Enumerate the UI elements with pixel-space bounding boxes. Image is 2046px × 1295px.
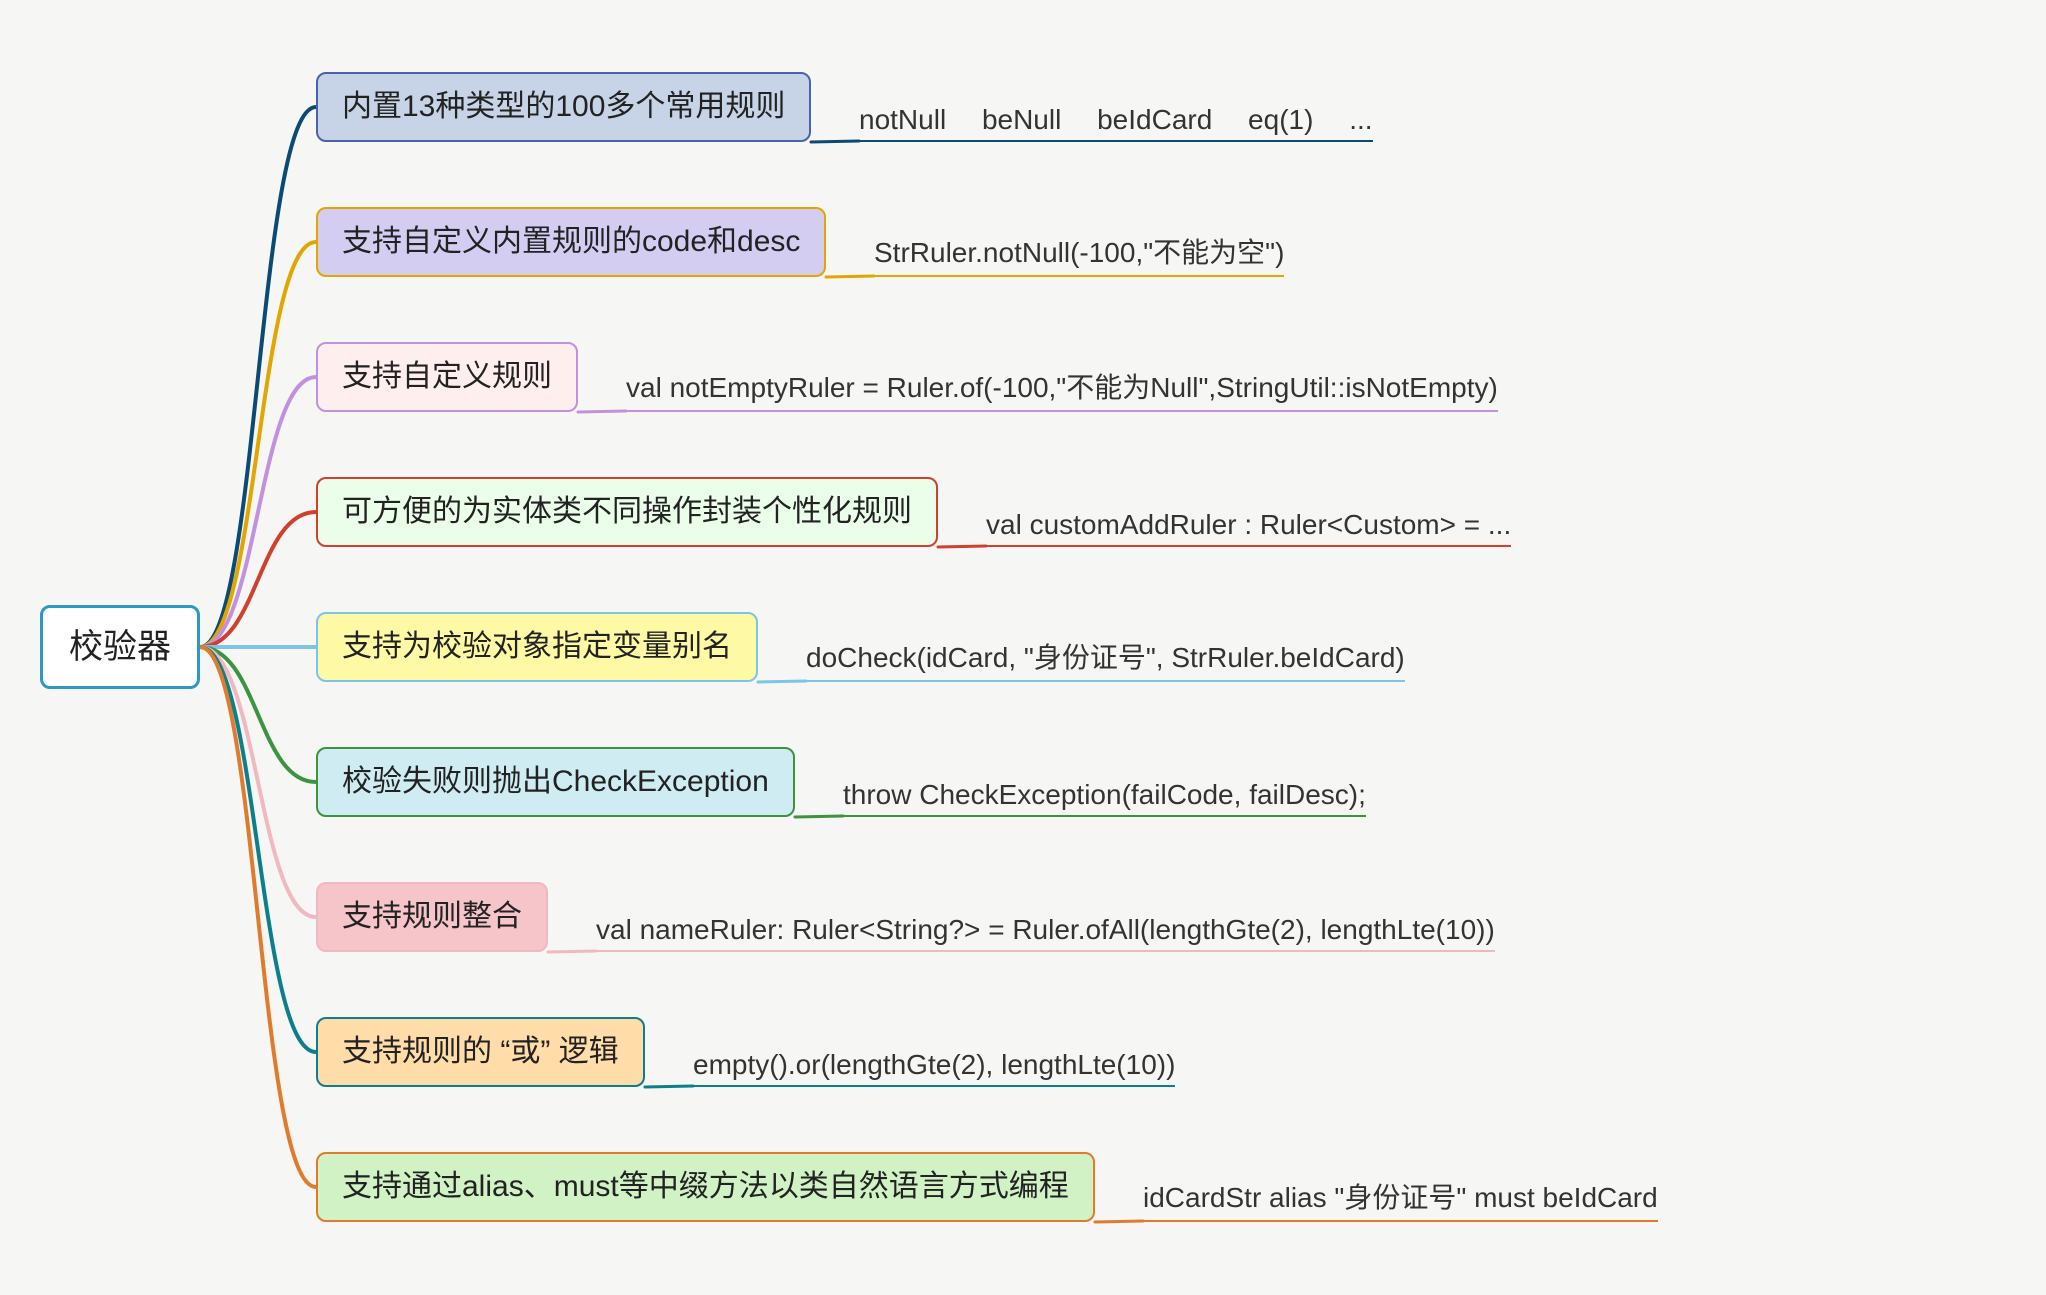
branch-label: 内置13种类型的100多个常用规则: [342, 90, 785, 123]
leaf-node-5[interactable]: throw CheckException(failCode, failDesc)…: [843, 779, 1366, 817]
leaf-text: empty().or(lengthGte(2), lengthLte(10)): [693, 1049, 1175, 1080]
leaf-node-0[interactable]: notNull beNull beIdCard eq(1) ...: [859, 104, 1373, 142]
leaf-node-6[interactable]: val nameRuler: Ruler<String?> = Ruler.of…: [596, 914, 1495, 952]
root-node[interactable]: 校验器: [40, 605, 200, 690]
branch-node-2[interactable]: 支持自定义规则: [316, 342, 578, 412]
leaf-text: StrRuler.notNull(-100,"不能为空"): [874, 237, 1284, 268]
branch-node-6[interactable]: 支持规则整合: [316, 882, 548, 952]
leaf-text: throw CheckException(failCode, failDesc)…: [843, 779, 1366, 810]
branch-label: 支持规则整合: [342, 900, 522, 933]
branch-node-8[interactable]: 支持通过alias、must等中缀方法以类自然语言方式编程: [316, 1152, 1095, 1222]
branch-label: 可方便的为实体类不同操作封装个性化规则: [342, 495, 912, 528]
branch-label: 支持规则的 “或” 逻辑: [342, 1035, 619, 1068]
branch-label: 支持为校验对象指定变量别名: [342, 630, 732, 663]
branch-label: 支持自定义规则: [342, 360, 552, 393]
leaf-node-7[interactable]: empty().or(lengthGte(2), lengthLte(10)): [693, 1049, 1175, 1087]
leaf-node-1[interactable]: StrRuler.notNull(-100,"不能为空"): [874, 231, 1284, 277]
branch-node-5[interactable]: 校验失败则抛出CheckException: [316, 747, 795, 817]
leaf-text: val customAddRuler : Ruler<Custom> = ...: [986, 509, 1511, 540]
leaf-text: notNull beNull beIdCard eq(1) ...: [859, 104, 1373, 135]
leaf-text: doCheck(idCard, "身份证号", StrRuler.beIdCar…: [806, 642, 1405, 673]
branch-label: 校验失败则抛出CheckException: [342, 765, 769, 798]
branch-label: 支持自定义内置规则的code和desc: [342, 225, 800, 258]
leaf-text: idCardStr alias "身份证号" must beIdCard: [1143, 1182, 1658, 1213]
leaf-text: val notEmptyRuler = Ruler.of(-100,"不能为Nu…: [626, 372, 1498, 403]
branch-node-3[interactable]: 可方便的为实体类不同操作封装个性化规则: [316, 477, 938, 547]
branch-node-7[interactable]: 支持规则的 “或” 逻辑: [316, 1017, 645, 1087]
branch-node-1[interactable]: 支持自定义内置规则的code和desc: [316, 207, 826, 277]
branch-label: 支持通过alias、must等中缀方法以类自然语言方式编程: [342, 1170, 1069, 1203]
branch-node-0[interactable]: 内置13种类型的100多个常用规则: [316, 72, 811, 142]
branch-node-4[interactable]: 支持为校验对象指定变量别名: [316, 612, 758, 682]
leaf-node-3[interactable]: val customAddRuler : Ruler<Custom> = ...: [986, 509, 1511, 547]
leaf-node-8[interactable]: idCardStr alias "身份证号" must beIdCard: [1143, 1176, 1658, 1222]
root-label: 校验器: [69, 628, 171, 666]
leaf-node-2[interactable]: val notEmptyRuler = Ruler.of(-100,"不能为Nu…: [626, 366, 1498, 412]
leaf-node-4[interactable]: doCheck(idCard, "身份证号", StrRuler.beIdCar…: [806, 636, 1405, 682]
leaf-text: val nameRuler: Ruler<String?> = Ruler.of…: [596, 914, 1495, 945]
